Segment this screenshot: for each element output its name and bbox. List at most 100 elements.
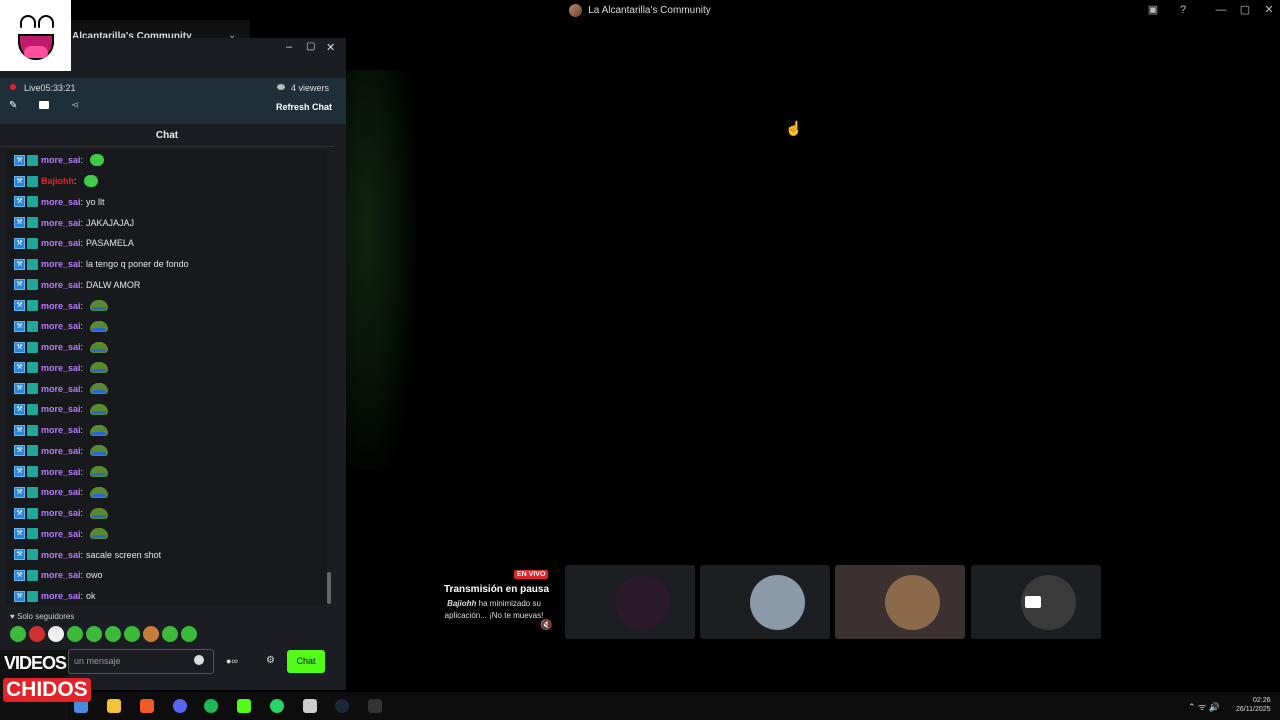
- kicks-icon[interactable]: ●∞: [226, 656, 238, 666]
- emote-icon[interactable]: [86, 626, 102, 642]
- maximize-button[interactable]: ▢: [1234, 2, 1256, 18]
- chat-username[interactable]: more_sai: [41, 155, 81, 165]
- emote-icon[interactable]: [29, 626, 45, 642]
- separator: :: [74, 176, 77, 187]
- refresh-chat-button[interactable]: Refresh Chat: [276, 102, 332, 112]
- emote-icon[interactable]: [162, 626, 178, 642]
- pause-message: Bajiohh ha minimizado su aplicación... ¡…: [444, 599, 544, 620]
- popout-minimize-button[interactable]: –: [286, 41, 292, 53]
- pause-title: Transmisión en pausa: [444, 584, 550, 595]
- emote-icon[interactable]: [48, 626, 64, 642]
- subscriber-badge-icon: [27, 383, 38, 395]
- popout-maximize-button[interactable]: ▢: [306, 41, 315, 52]
- chat-username[interactable]: more_sai: [41, 570, 81, 580]
- discord-icon[interactable]: [173, 699, 187, 713]
- chat-username[interactable]: more_sai: [41, 197, 81, 207]
- separator: :: [80, 591, 84, 602]
- participant-tile[interactable]: [700, 565, 830, 639]
- chat-message: ⚒ more_sai: yo llt: [6, 192, 328, 213]
- separator: :: [80, 404, 84, 415]
- emote-icon[interactable]: [10, 626, 26, 642]
- clock[interactable]: 02:26 26/11/2025: [1236, 696, 1271, 714]
- participant-tile[interactable]: [565, 565, 695, 639]
- gear-icon[interactable]: ⚙: [266, 655, 275, 666]
- help-icon[interactable]: ?: [1172, 2, 1194, 18]
- folder-icon[interactable]: [107, 699, 121, 713]
- mute-icon[interactable]: 🔇: [540, 620, 552, 631]
- moderator-badge-icon: ⚒: [14, 300, 25, 312]
- minimize-button[interactable]: —: [1210, 2, 1232, 18]
- moderator-badge-icon: ⚒: [14, 320, 25, 332]
- send-chat-button[interactable]: Chat: [287, 650, 325, 673]
- emote-icon[interactable]: [105, 626, 121, 642]
- separator: :: [80, 570, 84, 581]
- chat-username[interactable]: more_sai: [41, 342, 81, 352]
- chat-username[interactable]: more_sai: [41, 384, 81, 394]
- moderator-badge-icon: ⚒: [14, 549, 25, 561]
- notepad-icon[interactable]: [303, 699, 317, 713]
- brave-icon[interactable]: [140, 699, 154, 713]
- avatar: [885, 575, 940, 630]
- subscriber-badge-icon: [27, 549, 38, 561]
- edit-icon[interactable]: ✎: [9, 100, 17, 111]
- separator: :: [80, 383, 84, 394]
- subscriber-badge-icon: [27, 217, 38, 229]
- emote-icon: [90, 466, 109, 478]
- chat-input[interactable]: un mensaje: [68, 649, 214, 674]
- chat-username[interactable]: more_sai: [41, 550, 81, 560]
- chat-username[interactable]: more_sai: [41, 446, 81, 456]
- separator: :: [80, 549, 84, 560]
- chat-username[interactable]: more_sai: [41, 259, 81, 269]
- emote-bar: [10, 626, 197, 642]
- scrollbar-thumb[interactable]: [327, 572, 331, 604]
- emoji-icon[interactable]: [194, 655, 204, 665]
- chat-username[interactable]: more_sai: [41, 487, 81, 497]
- chat-message: ⚒ more_sai:: [6, 503, 328, 524]
- tray-icons[interactable]: ⌃ ᯤ 🔊: [1188, 700, 1220, 713]
- chat-username[interactable]: more_sai: [41, 218, 81, 228]
- scrollbar-track[interactable]: [327, 150, 332, 605]
- separator: :: [80, 487, 84, 498]
- chat-username[interactable]: more_sai: [41, 467, 81, 477]
- emote-icon[interactable]: [181, 626, 197, 642]
- chat-username[interactable]: more_sai: [41, 301, 81, 311]
- share-icon[interactable]: ⋖: [71, 100, 79, 111]
- avatar: [615, 575, 670, 630]
- inbox-icon[interactable]: ▣: [1142, 2, 1164, 18]
- chat-text: sacale screen shot: [86, 549, 162, 560]
- chat-username[interactable]: more_sai: [41, 280, 81, 290]
- participant-tile[interactable]: [835, 565, 965, 639]
- spotify-icon[interactable]: [204, 699, 218, 713]
- popout-close-button[interactable]: ✕: [326, 41, 335, 54]
- steam-icon[interactable]: [335, 699, 349, 713]
- cursor-icon: ☝: [785, 120, 803, 136]
- chat-message: ⚒ more_sai:: [6, 316, 328, 337]
- separator: :: [80, 300, 84, 311]
- chat-username[interactable]: more_sai: [41, 529, 81, 539]
- chat-username[interactable]: more_sai: [41, 321, 81, 331]
- chat-username[interactable]: Bajiohh: [41, 176, 74, 186]
- chat-message-list[interactable]: ⚒ more_sai: ⚒ Bajiohh: ⚒ more_sai: yo llt ⚒ more…: [6, 150, 328, 605]
- chat-text: ok: [86, 591, 96, 602]
- emote-icon[interactable]: [143, 626, 159, 642]
- moderator-badge-icon: ⚒: [14, 217, 25, 229]
- chat-username[interactable]: more_sai: [41, 404, 81, 414]
- chat-username[interactable]: more_sai: [41, 238, 81, 248]
- epic-games-icon[interactable]: [368, 699, 382, 713]
- chat-username[interactable]: more_sai: [41, 425, 81, 435]
- close-button[interactable]: ✕: [1258, 2, 1280, 18]
- eye-shape: [20, 15, 36, 28]
- emote-icon[interactable]: [67, 626, 83, 642]
- moderator-badge-icon: ⚒: [14, 486, 25, 498]
- kick-icon[interactable]: [237, 699, 251, 713]
- emote-icon[interactable]: [124, 626, 140, 642]
- chat-message: ⚒ more_sai:: [6, 441, 328, 462]
- moderator-badge-icon: ⚒: [14, 403, 25, 415]
- chat-message: ⚒ more_sai:: [6, 337, 328, 358]
- chat-username[interactable]: more_sai: [41, 508, 81, 518]
- video-icon[interactable]: [39, 101, 49, 109]
- moderator-badge-icon: ⚒: [14, 383, 25, 395]
- chat-username[interactable]: more_sai: [41, 591, 81, 601]
- whatsapp-icon[interactable]: [270, 699, 284, 713]
- chat-username[interactable]: more_sai: [41, 363, 81, 373]
